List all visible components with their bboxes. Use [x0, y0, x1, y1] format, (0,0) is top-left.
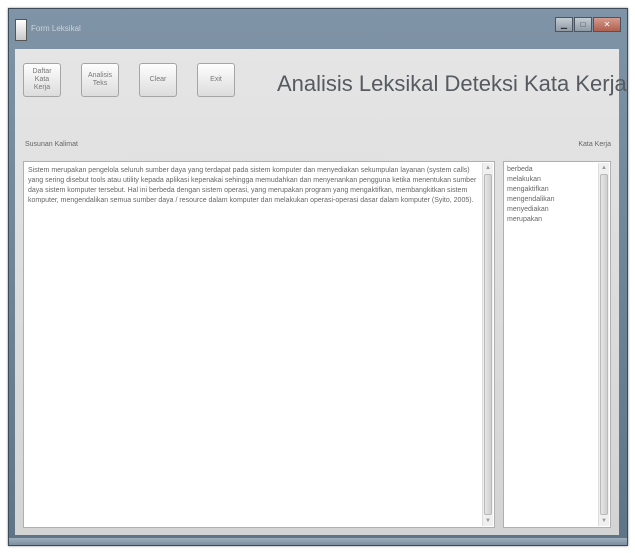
- title-bar[interactable]: Form Leksikal ▁ □ ✕: [9, 9, 627, 49]
- window-controls: ▁ □ ✕: [555, 17, 621, 32]
- input-scrollbar[interactable]: ▲ ▼: [482, 163, 493, 526]
- scroll-up-icon[interactable]: ▲: [599, 163, 609, 173]
- exit-button[interactable]: Exit: [197, 63, 235, 97]
- window-title: Form Leksikal: [31, 24, 81, 33]
- list-item[interactable]: merupakan: [507, 215, 594, 225]
- list-item[interactable]: menyediakan: [507, 205, 594, 215]
- close-button[interactable]: ✕: [593, 17, 621, 32]
- output-list: berbeda melakukan mengaktifkan mengendalika…: [507, 165, 594, 225]
- list-item[interactable]: mengendalikan: [507, 195, 594, 205]
- list-item[interactable]: mengaktifkan: [507, 185, 594, 195]
- scroll-down-icon[interactable]: ▼: [483, 516, 493, 526]
- app-title: Analisis Leksikal Deteksi Kata Kerja: [277, 71, 627, 96]
- output-listbox[interactable]: berbeda melakukan mengaktifkan mengendalika…: [503, 161, 611, 528]
- output-label: Kata Kerja: [578, 141, 611, 148]
- scroll-up-icon[interactable]: ▲: [483, 163, 493, 173]
- output-scrollbar[interactable]: ▲ ▼: [598, 163, 609, 526]
- window-bottom-border: [9, 538, 627, 545]
- input-label: Susunan Kalimat: [25, 141, 78, 148]
- scroll-thumb[interactable]: [600, 174, 608, 515]
- main-window: Form Leksikal ▁ □ ✕ Daftar Kata Kerja An…: [8, 8, 628, 546]
- list-item[interactable]: berbeda: [507, 165, 594, 175]
- input-textarea[interactable]: Sistem merupakan pengelola seluruh sumbe…: [23, 161, 495, 528]
- form-client-area: Daftar Kata Kerja Analisis Teks Clear Ex…: [15, 49, 627, 535]
- maximize-button[interactable]: □: [574, 17, 592, 32]
- scroll-down-icon[interactable]: ▼: [599, 516, 609, 526]
- daftar-kata-kerja-button[interactable]: Daftar Kata Kerja: [23, 63, 61, 97]
- analisis-teks-button[interactable]: Analisis Teks: [81, 63, 119, 97]
- input-text: Sistem merupakan pengelola seluruh sumbe…: [28, 167, 477, 204]
- clear-button[interactable]: Clear: [139, 63, 177, 97]
- minimize-button[interactable]: ▁: [555, 17, 573, 32]
- scroll-thumb[interactable]: [484, 174, 492, 515]
- app-icon: [15, 19, 27, 41]
- list-item[interactable]: melakukan: [507, 175, 594, 185]
